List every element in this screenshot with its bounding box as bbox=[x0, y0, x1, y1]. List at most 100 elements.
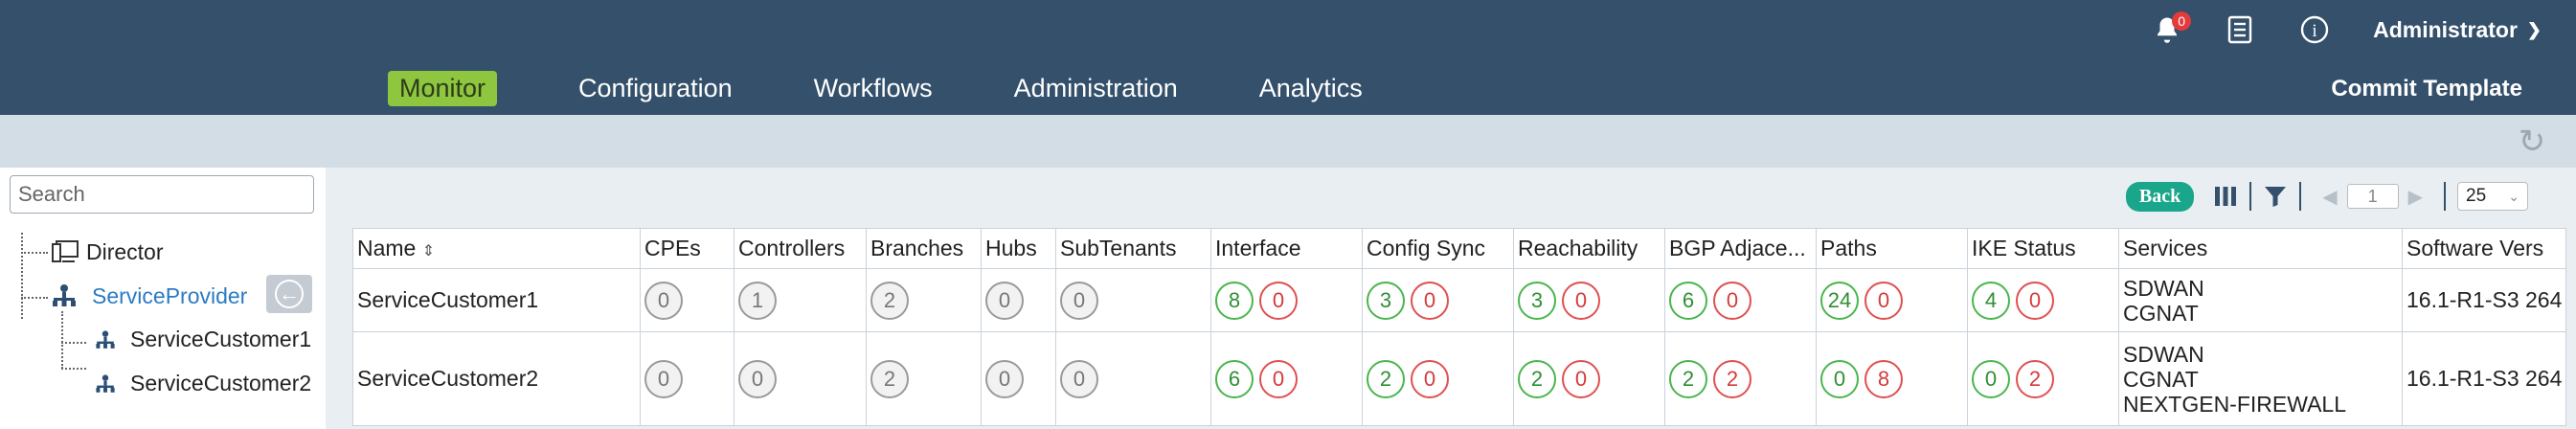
up-count-badge[interactable]: 4 bbox=[1972, 281, 2010, 320]
table-header-row: Name ⇕ CPEs Controllers Branches Hubs Su… bbox=[352, 228, 2567, 269]
up-count-badge[interactable]: 6 bbox=[1669, 281, 1707, 320]
org-icon bbox=[96, 373, 115, 393]
tree-item-servicecustomer2[interactable]: ServiceCustomer2 bbox=[94, 371, 311, 396]
cell-paths: 08 bbox=[1816, 331, 1968, 426]
nav-configuration[interactable]: Configuration bbox=[578, 71, 733, 106]
count-badge[interactable]: 0 bbox=[1060, 281, 1098, 320]
up-count-badge[interactable]: 0 bbox=[1972, 359, 2010, 398]
column-header-paths[interactable]: Paths bbox=[1816, 228, 1968, 269]
down-count-badge[interactable]: 0 bbox=[1259, 359, 1298, 398]
cell-name[interactable]: ServiceCustomer1 bbox=[352, 268, 641, 332]
column-header-config-sync[interactable]: Config Sync bbox=[1362, 228, 1514, 269]
cell-reachability: 20 bbox=[1513, 331, 1665, 426]
main-nav: Monitor Configuration Workflows Administ… bbox=[388, 71, 1444, 106]
cell-controllers: 0 bbox=[734, 331, 867, 426]
column-header-interface[interactable]: Interface bbox=[1210, 228, 1363, 269]
down-count-badge[interactable]: 0 bbox=[1562, 359, 1600, 398]
refresh-icon[interactable]: ↻ bbox=[2515, 124, 2549, 159]
tree-item-serviceprovider[interactable]: ServiceProvider bbox=[50, 282, 247, 309]
column-header-hubs[interactable]: Hubs bbox=[981, 228, 1056, 269]
tree-item-director[interactable]: Director bbox=[52, 238, 164, 265]
down-count-badge[interactable]: 0 bbox=[1864, 281, 1903, 320]
up-count-badge[interactable]: 0 bbox=[1820, 359, 1859, 398]
column-header-branches[interactable]: Branches bbox=[866, 228, 982, 269]
down-count-badge[interactable]: 0 bbox=[2016, 281, 2054, 320]
column-header-subtenants[interactable]: SubTenants bbox=[1055, 228, 1211, 269]
tree-item-label: Director bbox=[86, 238, 164, 264]
notification-count-badge: 0 bbox=[2172, 11, 2192, 31]
page-size-select[interactable]: 25 ⌄ bbox=[2457, 182, 2528, 211]
count-badge[interactable]: 0 bbox=[644, 281, 683, 320]
service-item: CGNAT bbox=[2123, 366, 2199, 392]
chevron-down-icon: ❯ bbox=[2526, 19, 2542, 39]
back-button[interactable]: Back bbox=[2125, 181, 2195, 212]
prev-page-icon[interactable]: ◀ bbox=[2322, 185, 2337, 209]
down-count-badge[interactable]: 0 bbox=[1259, 281, 1298, 320]
count-badge[interactable]: 0 bbox=[985, 281, 1024, 320]
collapse-tree-button[interactable]: ← bbox=[266, 275, 312, 313]
column-header-bgp-adjacency[interactable]: BGP Adjace... bbox=[1664, 228, 1817, 269]
next-page-icon[interactable]: ▶ bbox=[2408, 185, 2423, 209]
up-count-badge[interactable]: 24 bbox=[1820, 281, 1859, 320]
nav-workflows[interactable]: Workflows bbox=[814, 71, 933, 106]
sub-toolbar: ↻ bbox=[0, 115, 2576, 168]
nav-administration[interactable]: Administration bbox=[1014, 71, 1178, 106]
count-badge[interactable]: 0 bbox=[738, 359, 777, 398]
down-count-badge[interactable]: 0 bbox=[1411, 359, 1449, 398]
down-count-badge[interactable]: 0 bbox=[1562, 281, 1600, 320]
service-item: NEXTGEN-FIREWALL bbox=[2123, 391, 2347, 417]
column-header-ike-status[interactable]: IKE Status bbox=[1967, 228, 2119, 269]
search-input[interactable]: Search bbox=[10, 175, 314, 214]
info-button[interactable]: i bbox=[2298, 13, 2331, 46]
up-count-badge[interactable]: 3 bbox=[1367, 281, 1405, 320]
down-count-badge[interactable]: 2 bbox=[2016, 359, 2054, 398]
column-header-services[interactable]: Services bbox=[2118, 228, 2403, 269]
sort-icon[interactable]: ⇕ bbox=[422, 243, 435, 260]
down-count-badge[interactable]: 0 bbox=[1411, 281, 1449, 320]
nav-monitor[interactable]: Monitor bbox=[388, 71, 498, 106]
tenant-tree-panel: Search Director ServiceProvider ← Servic… bbox=[0, 168, 324, 429]
page-number-input[interactable]: 1 bbox=[2346, 184, 2399, 209]
table-row[interactable]: ServiceCustomer2 0 0 2 0 0 60 20 20 22 0… bbox=[352, 331, 2567, 426]
cell-cpes: 0 bbox=[640, 331, 734, 426]
svg-text:i: i bbox=[2312, 21, 2316, 41]
user-menu[interactable]: Administrator ❯ bbox=[2373, 17, 2542, 43]
columns-icon[interactable] bbox=[2213, 184, 2238, 209]
filter-icon[interactable] bbox=[2263, 184, 2288, 209]
down-count-badge[interactable]: 8 bbox=[1864, 359, 1903, 398]
tree-item-servicecustomer1[interactable]: ServiceCustomer1 bbox=[94, 327, 311, 352]
count-badge[interactable]: 0 bbox=[1060, 359, 1098, 398]
tree-connector bbox=[61, 368, 86, 370]
count-badge[interactable]: 2 bbox=[870, 281, 909, 320]
up-count-badge[interactable]: 3 bbox=[1518, 281, 1556, 320]
column-header-software-version[interactable]: Software Vers bbox=[2401, 228, 2567, 269]
top-header: 0 i Administrator ❯ Monitor Configuratio… bbox=[0, 0, 2576, 115]
commit-template-button[interactable]: Commit Template bbox=[2331, 76, 2522, 102]
up-count-badge[interactable]: 8 bbox=[1215, 281, 1254, 320]
count-badge[interactable]: 0 bbox=[985, 359, 1024, 398]
cell-name[interactable]: ServiceCustomer2 bbox=[352, 331, 641, 426]
nav-analytics[interactable]: Analytics bbox=[1259, 71, 1363, 106]
table-row[interactable]: ServiceCustomer1 0 1 2 0 0 80 30 30 60 2… bbox=[352, 268, 2567, 332]
tree-item-label: ServiceCustomer1 bbox=[130, 327, 312, 351]
up-count-badge[interactable]: 2 bbox=[1669, 359, 1707, 398]
tree-connector bbox=[21, 297, 48, 299]
count-badge[interactable]: 0 bbox=[644, 359, 683, 398]
down-count-badge[interactable]: 0 bbox=[1713, 281, 1751, 320]
down-count-badge[interactable]: 2 bbox=[1713, 359, 1751, 398]
up-count-badge[interactable]: 6 bbox=[1215, 359, 1254, 398]
tree-item-label: ServiceCustomer2 bbox=[130, 371, 312, 395]
notifications-button[interactable]: 0 bbox=[2153, 11, 2192, 46]
up-count-badge[interactable]: 2 bbox=[1518, 359, 1556, 398]
count-badge[interactable]: 2 bbox=[870, 359, 909, 398]
cell-ike: 02 bbox=[1967, 331, 2119, 426]
column-header-reachability[interactable]: Reachability bbox=[1513, 228, 1665, 269]
up-count-badge[interactable]: 2 bbox=[1367, 359, 1405, 398]
column-header-controllers[interactable]: Controllers bbox=[734, 228, 867, 269]
column-header-name[interactable]: Name ⇕ bbox=[352, 228, 641, 269]
tenants-table: Name ⇕ CPEs Controllers Branches Hubs Su… bbox=[352, 228, 2567, 426]
count-badge[interactable]: 1 bbox=[738, 281, 777, 320]
column-header-cpes[interactable]: CPEs bbox=[640, 228, 734, 269]
cell-hubs: 0 bbox=[981, 331, 1056, 426]
tasks-button[interactable] bbox=[2224, 13, 2256, 46]
